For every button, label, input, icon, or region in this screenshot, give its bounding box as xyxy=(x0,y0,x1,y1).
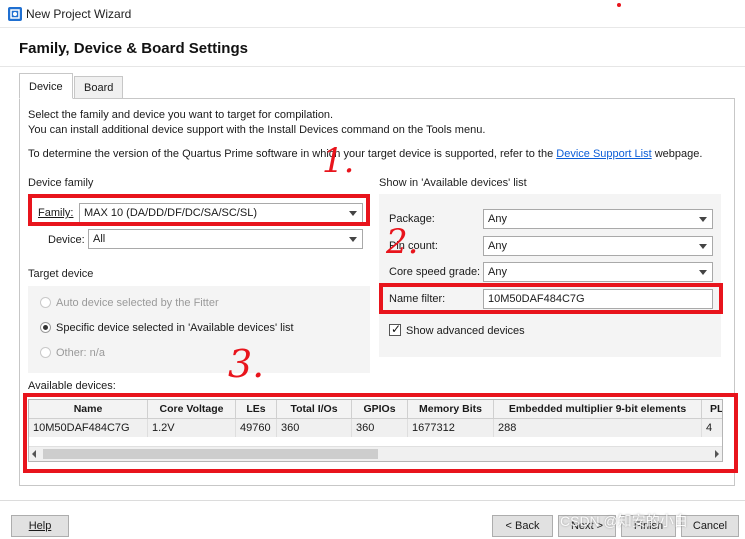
annotation-dot xyxy=(617,3,621,7)
radio-auto-device-label: Auto device selected by the Fitter xyxy=(56,297,219,309)
name-filter-value: 10M50DAF484C7G xyxy=(488,293,585,305)
tab-device[interactable]: Device xyxy=(19,73,73,99)
device-support-list-link[interactable]: Device Support List xyxy=(556,148,651,160)
finish-button[interactable]: Finish xyxy=(621,515,676,537)
intro-line-3: To determine the version of the Quartus … xyxy=(28,148,702,160)
chevron-down-icon xyxy=(349,211,357,216)
name-filter-input[interactable]: 10M50DAF484C7G xyxy=(483,289,713,309)
scrollbar-thumb[interactable] xyxy=(43,449,378,459)
chevron-down-icon xyxy=(699,270,707,275)
table-cell-pll[interactable]: 4 xyxy=(702,419,722,437)
tab-board[interactable]: Board xyxy=(74,76,124,99)
window-title: New Project Wizard xyxy=(26,7,132,21)
table-cell-total-ios[interactable]: 360 xyxy=(277,419,352,437)
header-divider xyxy=(0,66,745,67)
table-cell-memory-bits[interactable]: 1677312 xyxy=(408,419,494,437)
column-header-les[interactable]: LEs xyxy=(236,400,277,419)
column-header-name[interactable]: Name xyxy=(29,400,148,419)
scroll-right-icon[interactable] xyxy=(715,450,719,458)
table-cell-name[interactable]: 10M50DAF484C7G xyxy=(29,419,148,437)
column-header-memory-bits[interactable]: Memory Bits xyxy=(408,400,494,419)
radio-specific-device-label: Specific device selected in 'Available d… xyxy=(56,322,294,334)
table-cell-core-voltage[interactable]: 1.2V xyxy=(148,419,236,437)
scroll-left-icon[interactable] xyxy=(32,450,36,458)
device-select-value: All xyxy=(93,233,106,245)
chevron-down-icon xyxy=(699,217,707,222)
pin-count-select[interactable]: Any xyxy=(483,236,713,256)
checkmark-icon: ✓ xyxy=(391,322,402,336)
speed-grade-label: Core speed grade: xyxy=(389,266,481,278)
radio-other-device[interactable] xyxy=(40,347,51,358)
available-devices-table: Name Core Voltage LEs Total I/Os GPIOs M… xyxy=(28,399,723,462)
package-label: Package: xyxy=(389,213,435,225)
back-button[interactable]: < Back xyxy=(492,515,553,537)
help-button[interactable]: Help xyxy=(11,515,69,537)
intro-line-3-suffix: webpage. xyxy=(654,148,703,160)
device-family-group-label: Device family xyxy=(28,177,94,189)
column-header-pll[interactable]: PL xyxy=(702,400,722,419)
radio-other-device-label: Other: n/a xyxy=(56,347,105,359)
name-filter-label: Name filter: xyxy=(389,293,446,305)
device-select[interactable]: All xyxy=(88,229,363,249)
radio-specific-device[interactable] xyxy=(40,322,51,333)
package-select[interactable]: Any xyxy=(483,209,713,229)
family-select[interactable]: MAX 10 (DA/DD/DF/DC/SA/SC/SL) xyxy=(79,203,363,223)
show-advanced-label: Show advanced devices xyxy=(406,325,525,337)
speed-grade-select-value: Any xyxy=(488,266,507,278)
show-advanced-checkbox[interactable]: ✓ xyxy=(389,322,402,336)
family-select-value: MAX 10 (DA/DD/DF/DC/SA/SC/SL) xyxy=(84,207,257,219)
column-header-gpios[interactable]: GPIOs xyxy=(352,400,408,419)
device-label: Device: xyxy=(48,234,85,246)
pin-count-label: Pin count: xyxy=(389,240,438,252)
intro-line-1: Select the family and device you want to… xyxy=(28,109,334,121)
horizontal-scrollbar[interactable] xyxy=(29,446,722,461)
available-devices-label: Available devices: xyxy=(28,380,116,392)
column-header-core-voltage[interactable]: Core Voltage xyxy=(148,400,236,419)
window-titlebar: New Project Wizard xyxy=(0,0,745,28)
package-select-value: Any xyxy=(488,213,507,225)
column-header-embedded-multiplier[interactable]: Embedded multiplier 9-bit elements xyxy=(494,400,702,419)
family-label: Family: xyxy=(38,207,74,219)
column-header-total-ios[interactable]: Total I/Os xyxy=(277,400,352,419)
chevron-down-icon xyxy=(699,244,707,249)
speed-grade-select[interactable]: Any xyxy=(483,262,713,282)
table-cell-les[interactable]: 49760 xyxy=(236,419,277,437)
pin-count-select-value: Any xyxy=(488,240,507,252)
intro-line-3-text: To determine the version of the Quartus … xyxy=(28,148,554,160)
page-title: Family, Device & Board Settings xyxy=(19,40,248,57)
quartus-app-icon xyxy=(8,7,22,21)
next-button[interactable]: Next > xyxy=(558,515,616,537)
radio-auto-device[interactable] xyxy=(40,297,51,308)
show-in-list-group-label: Show in 'Available devices' list xyxy=(379,177,527,189)
target-device-group-label: Target device xyxy=(28,268,94,280)
footer-divider xyxy=(0,500,745,501)
chevron-down-icon xyxy=(349,237,357,242)
table-cell-gpios[interactable]: 360 xyxy=(352,419,408,437)
table-cell-embedded-multiplier[interactable]: 288 xyxy=(494,419,702,437)
cancel-button[interactable]: Cancel xyxy=(681,515,739,537)
intro-line-2: You can install additional device suppor… xyxy=(28,124,486,136)
